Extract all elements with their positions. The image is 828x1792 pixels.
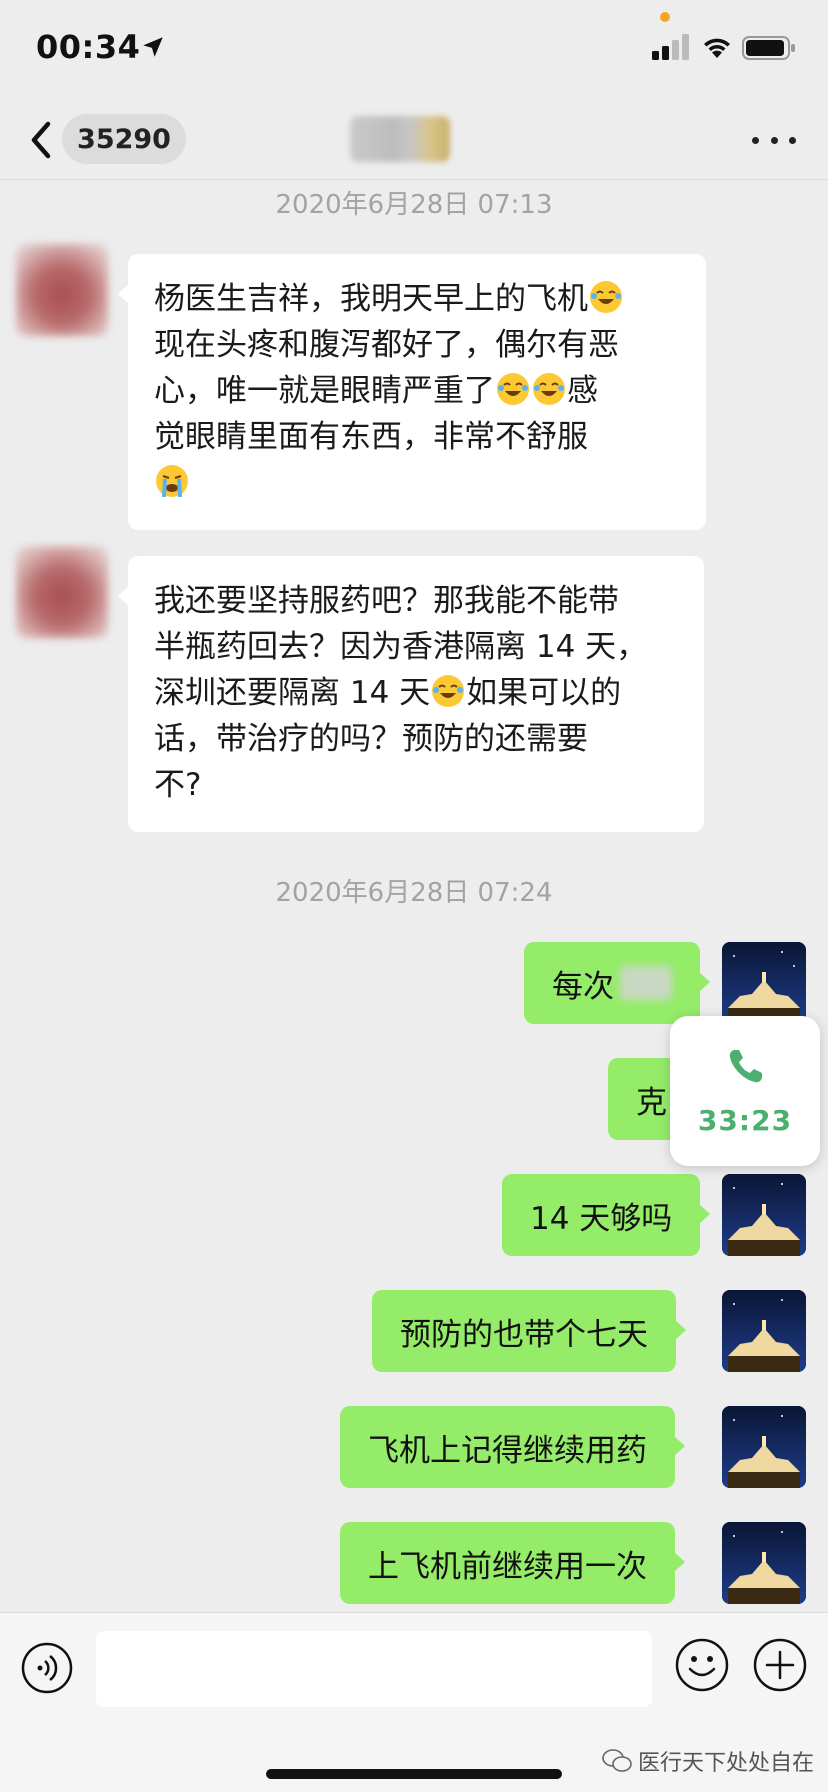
emoji-picker-icon[interactable] [674,1637,730,1693]
chat-input-bar: 医行天下处处自在 [0,1612,828,1792]
privacy-indicator-dot [660,12,670,22]
cellular-signal-icon [652,34,689,60]
crying-laughing-emoji-icon [590,281,622,313]
message-timestamp: 2020年6月28日 07:24 [275,878,553,908]
my-avatar[interactable] [722,1406,806,1488]
phone-icon [729,1050,762,1083]
home-indicator [266,1769,562,1779]
watermark: 医行天下处处自在 [602,1745,814,1777]
crying-laughing-emoji-icon [533,373,565,405]
my-avatar[interactable] [722,942,806,1024]
voice-input-icon[interactable] [20,1641,74,1695]
loudly-crying-emoji-icon [156,465,188,498]
more-options-button[interactable] [752,128,796,152]
back-chevron-icon[interactable] [22,118,62,162]
outgoing-message-bubble[interactable]: 上飞机前继续用一次 [340,1522,685,1604]
incoming-message-bubble[interactable]: 杨医生吉祥，我明天早上的飞机 现在头疼和腹泻都好了，偶尔有恶 心，唯一就是眼睛严… [118,254,706,530]
crying-laughing-emoji-icon [497,373,529,405]
incoming-message-bubble[interactable]: 我还要坚持服药吧？那我能不能带 半瓶药回去？因为香港隔离 14 天， 深圳还要隔… [118,556,704,832]
contact-avatar[interactable] [16,546,108,638]
message-timestamp: 2020年6月28日 07:13 [275,190,553,220]
chat-header: 35290 [0,100,828,180]
my-avatar[interactable] [722,1174,806,1256]
wechat-logo-icon [602,1749,632,1772]
outgoing-message-bubble[interactable]: 飞机上记得继续用药 [340,1406,685,1488]
battery-icon [742,36,795,60]
message-input[interactable] [96,1631,652,1707]
location-arrow-icon [143,37,163,57]
contact-name-blurred[interactable] [350,116,450,162]
status-time: 00:34 [36,28,141,66]
status-bar: 00:34 [0,0,828,100]
my-avatar[interactable] [722,1522,806,1604]
call-duration: 33:23 [697,1104,793,1137]
outgoing-message-bubble[interactable]: 预防的也带个七天 [372,1290,686,1372]
blurred-text [620,966,672,1000]
wifi-icon [704,38,730,58]
floating-call-window[interactable]: 33:23 [670,1016,820,1166]
crying-laughing-emoji-icon [432,675,465,707]
plus-icon[interactable] [752,1637,808,1693]
outgoing-message-bubble[interactable]: 每次 [524,942,710,1024]
my-avatar[interactable] [722,1290,806,1372]
unread-count-badge[interactable]: 35290 [62,114,186,164]
outgoing-message-bubble[interactable]: 14 天够吗 [502,1174,711,1256]
contact-avatar[interactable] [16,244,108,336]
